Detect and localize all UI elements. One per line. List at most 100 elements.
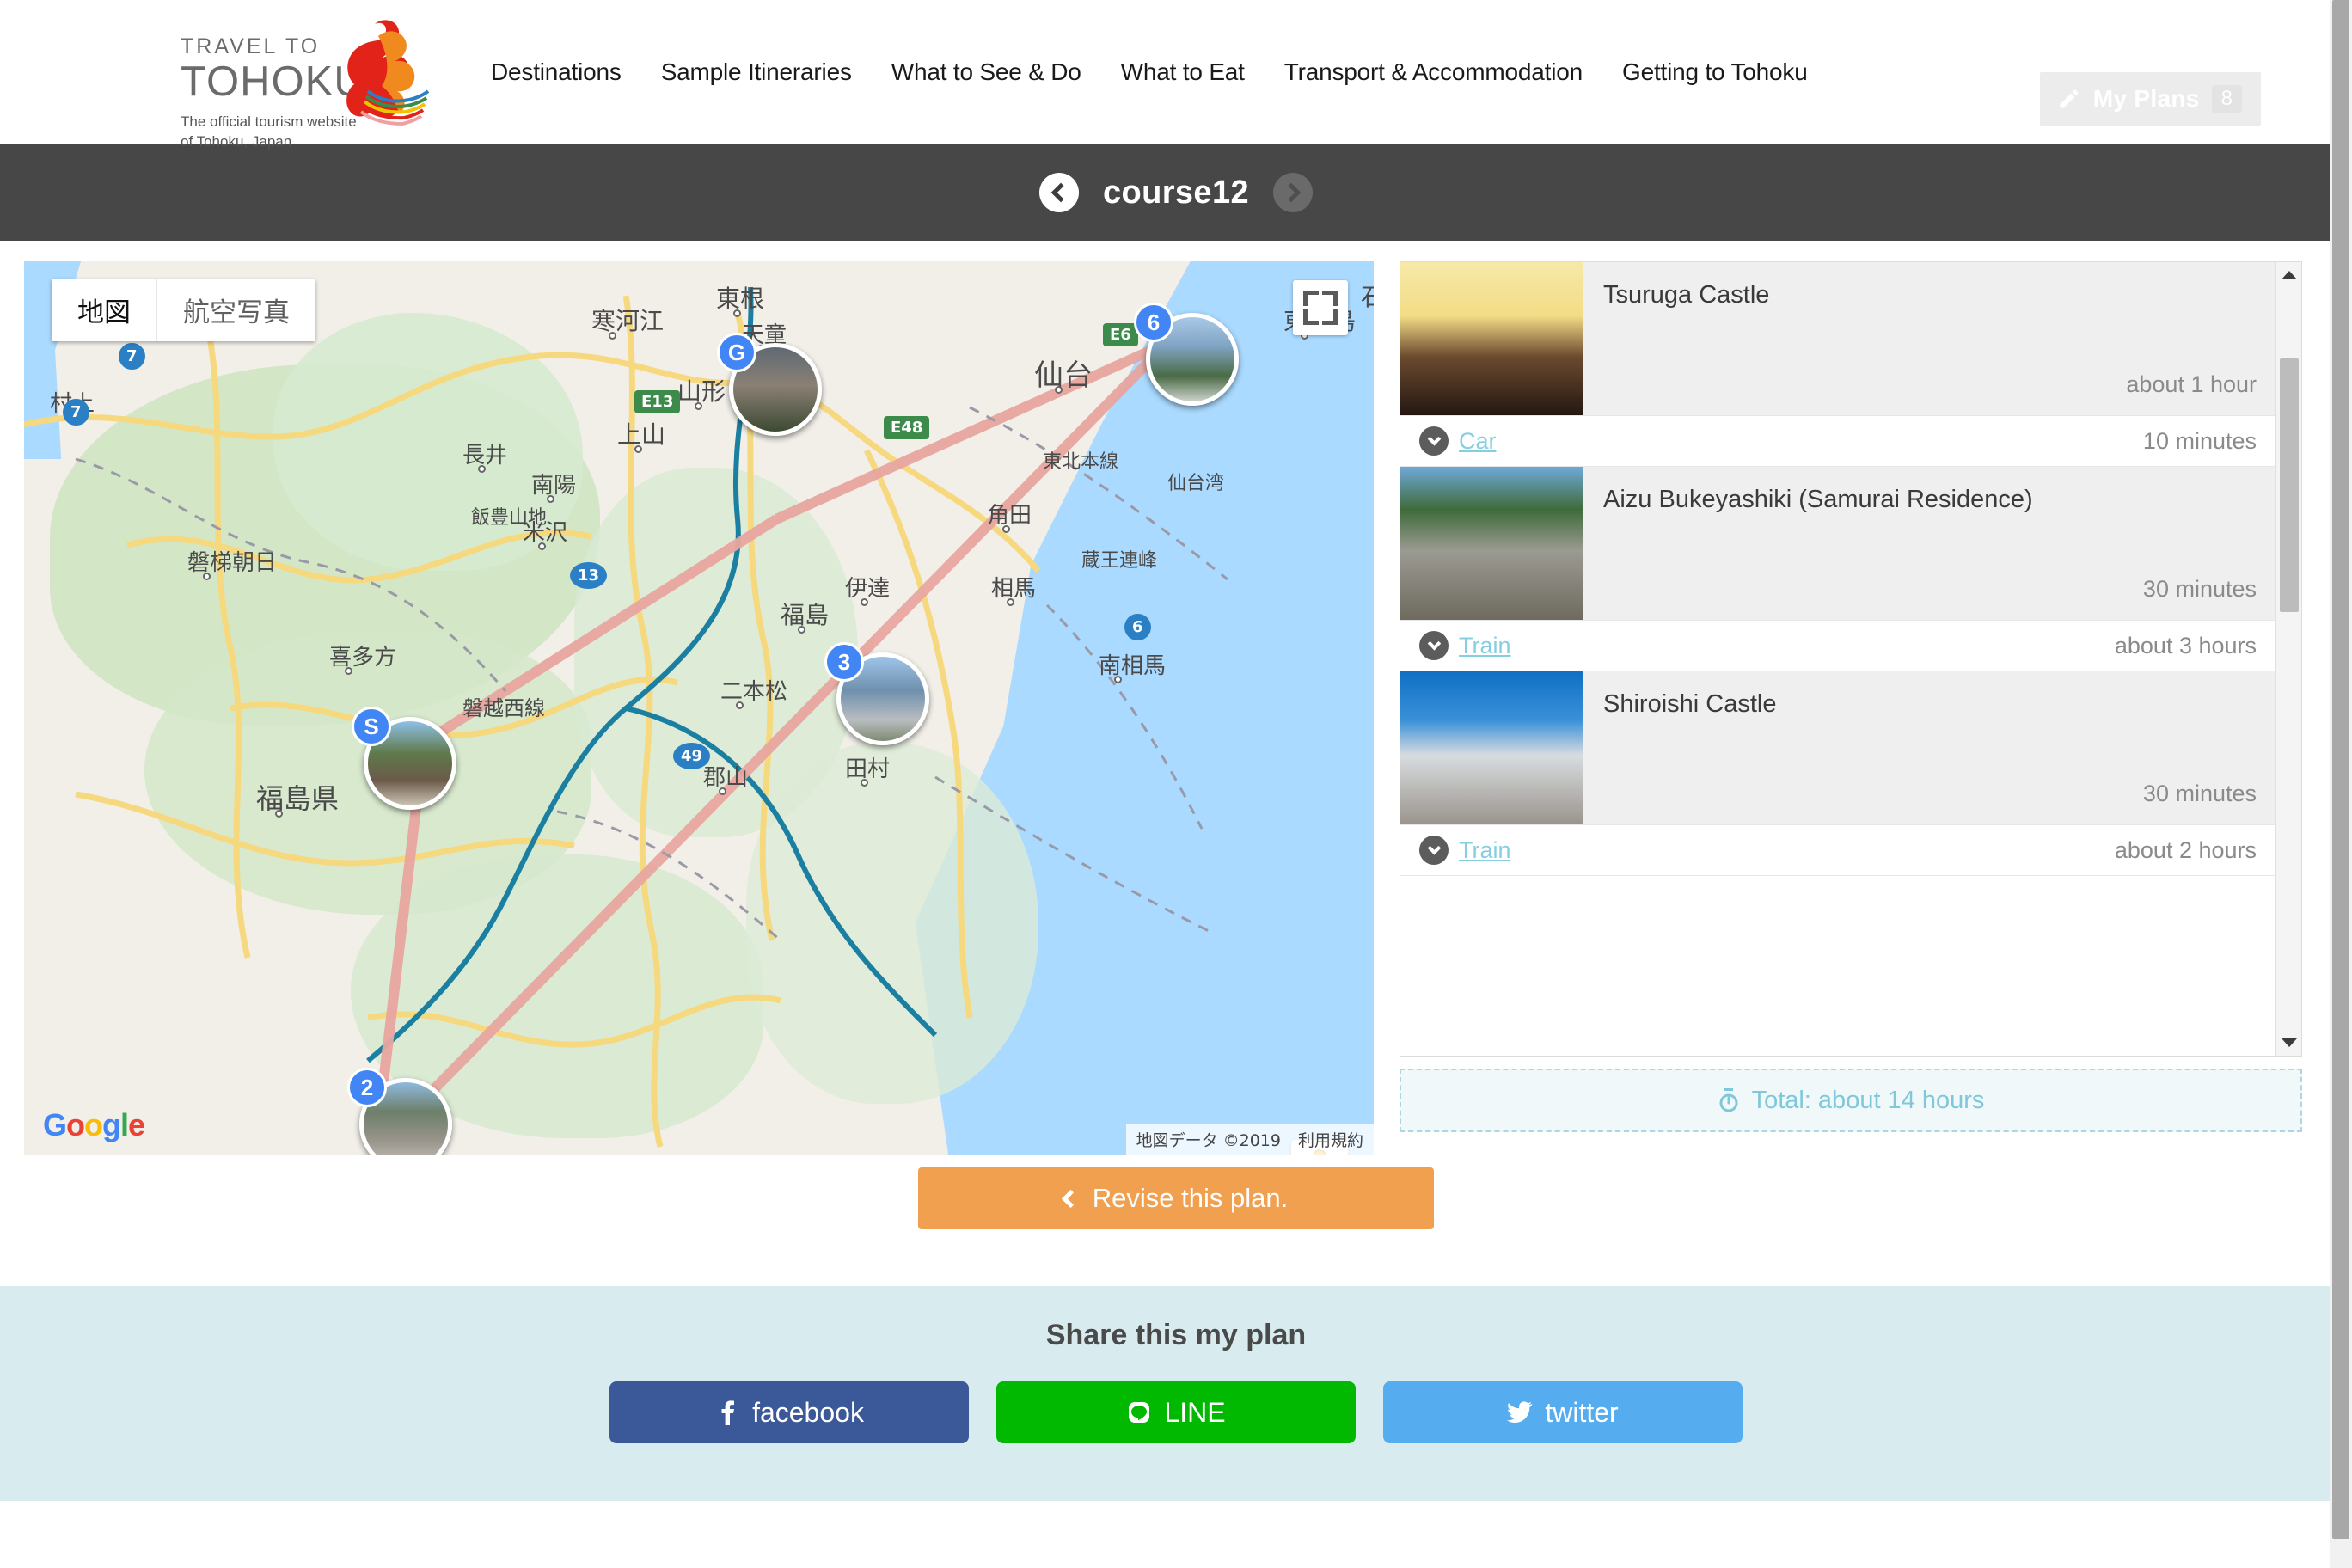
next-course-button[interactable]: [1273, 173, 1314, 212]
highway-shield: 7: [63, 399, 89, 426]
map-label: 郡山: [703, 765, 749, 791]
share-twitter-button[interactable]: twitter: [1383, 1381, 1743, 1443]
spot-name: Shiroishi Castle: [1603, 690, 1777, 718]
map-label: 磐梯朝日: [187, 550, 278, 576]
spot-info: Tsuruga Castle about 1 hour: [1583, 262, 2275, 415]
itinerary-scroll-area[interactable]: Tsuruga Castle about 1 hour Car 10 minutes A…: [1400, 261, 2302, 1057]
itinerary-scrollbar[interactable]: [2275, 262, 2301, 1056]
spot-info: Aizu Bukeyashiki (Samurai Residence) 30 m…: [1583, 467, 2275, 620]
revise-plan-label: Revise this plan.: [1092, 1183, 1289, 1213]
chevron-down-icon[interactable]: [1419, 631, 1449, 660]
chevron-left-icon: [1061, 1189, 1080, 1208]
spot-duration: about 1 hour: [2126, 371, 2257, 397]
highway-shield: E6: [1103, 323, 1138, 346]
map-marker[interactable]: 2: [347, 1068, 452, 1155]
map-label: 田村: [845, 756, 891, 782]
page-scrollbar-thumb[interactable]: [2332, 0, 2349, 1539]
site-logo[interactable]: TRAVEL TO TOHOKU The official tourism we…: [181, 20, 430, 150]
map-marker-badge: G: [717, 333, 756, 372]
page-scrollbar[interactable]: [2330, 0, 2352, 1568]
nav-item-sample-itineraries[interactable]: Sample Itineraries: [641, 50, 872, 95]
map-label: 仙台湾: [1167, 473, 1225, 494]
spot-thumbnail: [1400, 671, 1583, 824]
itinerary-spot-row[interactable]: Shiroishi Castle 30 minutes: [1400, 671, 2275, 824]
revise-plan-button[interactable]: Revise this plan.: [918, 1167, 1434, 1229]
map-label: 飯豊山地: [471, 507, 548, 529]
map-type-map-button[interactable]: 地図: [52, 279, 156, 341]
spot-name: Aizu Bukeyashiki (Samurai Residence): [1603, 486, 2033, 513]
map-label: 石巻: [1361, 283, 1374, 311]
map-place-dot: [694, 402, 702, 410]
chevron-right-icon: [1281, 182, 1301, 203]
nav-item-transport-accommodation[interactable]: Transport & Accommodation: [1265, 50, 1602, 95]
map-marker[interactable]: G: [717, 333, 822, 436]
map-label: 伊達: [845, 576, 891, 602]
share-heading: Share this my plan: [1045, 1319, 1307, 1351]
my-plans-button[interactable]: My Plans 8: [2039, 72, 2261, 126]
map-marker[interactable]: 3: [824, 642, 929, 745]
map-type-switch[interactable]: 地図 航空写真: [52, 279, 315, 341]
scrollbar-thumb[interactable]: [2280, 358, 2299, 612]
map-label: 相馬: [991, 576, 1037, 602]
google-logo: Google: [43, 1107, 145, 1142]
share-line-button[interactable]: LINE: [996, 1381, 1356, 1443]
map-place-dot: [797, 626, 805, 634]
map-label: 福島: [781, 601, 830, 629]
spot-thumbnail: [1400, 262, 1583, 415]
chevron-down-icon[interactable]: [1419, 426, 1449, 456]
main-content: 東根石巻寒河江東松島天童仙台山形上山村上長井南陽米沢角田伊達相馬磐梯朝日福島南相…: [0, 241, 2352, 1155]
total-duration-bar: Total: about 14 hours: [1400, 1069, 2302, 1132]
map-label: 福島県: [256, 782, 340, 815]
course-navigation-bar: course12: [0, 144, 2352, 241]
highway-shield: E13: [634, 390, 681, 413]
itinerary-transport-row[interactable]: Car 10 minutes: [1400, 415, 2275, 467]
highway-shield: 13: [570, 562, 608, 589]
nav-item-what-to-see-do[interactable]: What to See & Do: [872, 50, 1101, 95]
highway-shield: 49: [673, 743, 711, 769]
share-section: Share this my plan facebook LINE twitter: [0, 1286, 2352, 1501]
nav-item-what-to-eat[interactable]: What to Eat: [1101, 50, 1265, 95]
clock-icon: [1719, 1088, 1738, 1112]
transport-mode-link[interactable]: Train: [1459, 633, 1511, 659]
map-type-satellite-button[interactable]: 航空写真: [156, 279, 315, 341]
map-marker[interactable]: 6: [1134, 303, 1239, 406]
nav-item-getting-to-tohoku[interactable]: Getting to Tohoku: [1602, 50, 1828, 95]
map-panel[interactable]: 東根石巻寒河江東松島天童仙台山形上山村上長井南陽米沢角田伊達相馬磐梯朝日福島南相…: [24, 261, 1374, 1155]
chevron-down-icon[interactable]: [1419, 836, 1449, 865]
map-label: 南陽: [531, 473, 577, 499]
itinerary-spot-row[interactable]: Aizu Bukeyashiki (Samurai Residence) 30 m…: [1400, 467, 2275, 620]
scroll-down-button[interactable]: [2276, 1030, 2301, 1056]
map-place-dot: [608, 332, 616, 340]
transport-duration: about 3 hours: [2114, 632, 2257, 658]
share-twitter-label: twitter: [1545, 1396, 1619, 1428]
spot-duration: 30 minutes: [2142, 576, 2257, 602]
map-label: 東北本線: [1043, 451, 1119, 473]
transport-mode-link[interactable]: Train: [1459, 837, 1511, 864]
map-label: 角田: [987, 503, 1032, 529]
page-root: TRAVEL TO TOHOKU The official tourism we…: [0, 0, 2352, 1568]
map-label: 磐越西線: [462, 696, 545, 720]
triangle-up-icon: [2281, 271, 2297, 279]
share-facebook-button[interactable]: facebook: [609, 1381, 969, 1443]
total-duration-label: Total: about 14 hours: [1751, 1086, 1985, 1114]
map-marker-badge: 2: [347, 1068, 387, 1107]
transport-mode-link[interactable]: Car: [1459, 428, 1497, 455]
pencil-icon: [2060, 89, 2079, 108]
map-terms-link[interactable]: 利用規約: [1298, 1128, 1363, 1151]
share-line-label: LINE: [1164, 1396, 1226, 1428]
my-plans-label: My Plans: [2092, 85, 2200, 112]
map-marker-badge: 3: [824, 642, 864, 682]
itinerary-transport-row[interactable]: Train about 3 hours: [1400, 620, 2275, 671]
map-marker-badge: 6: [1134, 303, 1173, 342]
nav-item-destinations[interactable]: Destinations: [471, 50, 641, 95]
itinerary-spot-row[interactable]: Tsuruga Castle about 1 hour: [1400, 262, 2275, 415]
previous-course-button[interactable]: [1038, 173, 1079, 212]
spot-duration: 30 minutes: [2142, 781, 2257, 806]
fullscreen-icon[interactable]: [1293, 280, 1348, 335]
map-marker[interactable]: S: [352, 707, 456, 810]
scroll-up-button[interactable]: [2276, 262, 2301, 288]
map-label: 上山: [617, 420, 666, 449]
transport-duration: about 2 hours: [2114, 836, 2257, 863]
facebook-icon: [714, 1400, 740, 1425]
itinerary-transport-row[interactable]: Train about 2 hours: [1400, 824, 2275, 876]
